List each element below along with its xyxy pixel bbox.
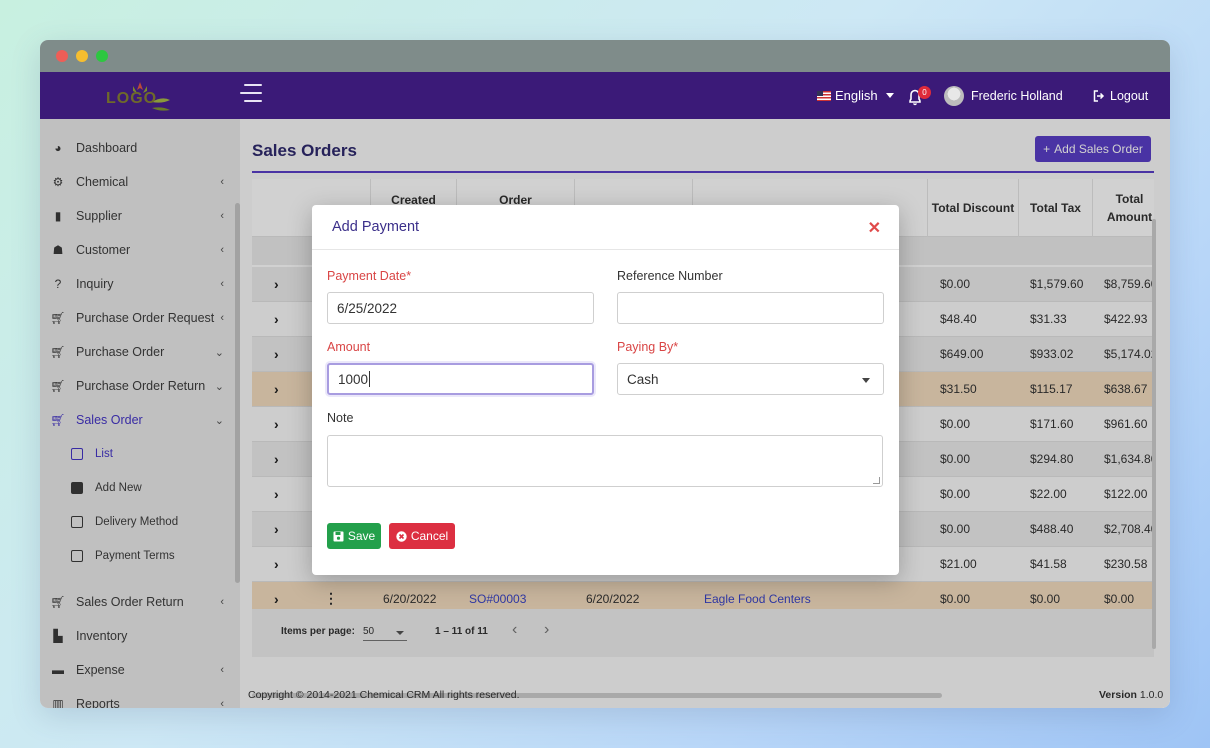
close-icon[interactable]: ✕ bbox=[868, 218, 881, 238]
app-window: LOGO English 0 Frederic Holland Logout ◕… bbox=[40, 40, 1170, 708]
paying-by-label: Paying By* bbox=[617, 340, 679, 354]
us-flag-icon bbox=[817, 90, 831, 101]
modal-title: Add Payment bbox=[332, 219, 420, 235]
menu-toggle-icon[interactable] bbox=[240, 84, 262, 106]
reference-number-input[interactable] bbox=[617, 292, 884, 324]
chevron-down-icon bbox=[885, 93, 894, 98]
cancel-circle-icon bbox=[396, 530, 407, 542]
note-label: Note bbox=[327, 411, 354, 425]
modal-header: Add Payment ✕ bbox=[312, 205, 899, 250]
cancel-button[interactable]: Cancel bbox=[389, 523, 455, 549]
language-label: English bbox=[835, 88, 878, 103]
avatar[interactable] bbox=[944, 86, 964, 106]
language-selector[interactable]: English bbox=[817, 88, 894, 103]
window-titlebar bbox=[40, 40, 1170, 72]
payment-date-input[interactable]: 6/25/2022 bbox=[327, 292, 594, 324]
logo-text: LOGO bbox=[106, 90, 158, 107]
amount-input[interactable]: 1000 bbox=[327, 363, 594, 395]
logout-icon bbox=[1093, 90, 1105, 102]
minimize-window-button[interactable] bbox=[76, 50, 88, 62]
payment-date-label: Payment Date* bbox=[327, 269, 412, 283]
add-payment-modal: Add Payment ✕ Payment Date* 6/25/2022 Re… bbox=[312, 205, 899, 575]
logout-button[interactable]: Logout bbox=[1093, 89, 1148, 103]
chevron-down-icon bbox=[862, 378, 870, 383]
user-name[interactable]: Frederic Holland bbox=[971, 89, 1063, 103]
logout-label: Logout bbox=[1110, 89, 1149, 103]
top-navbar: LOGO English 0 Frederic Holland Logout bbox=[40, 72, 1170, 119]
amount-label: Amount bbox=[327, 340, 371, 354]
notification-badge: 0 bbox=[918, 86, 931, 99]
save-icon bbox=[333, 531, 344, 541]
close-window-button[interactable] bbox=[56, 50, 68, 62]
maximize-window-button[interactable] bbox=[96, 50, 108, 62]
text-cursor bbox=[369, 371, 371, 387]
paying-by-select[interactable]: Cash bbox=[617, 363, 884, 395]
reference-number-label: Reference Number bbox=[617, 269, 723, 283]
save-button[interactable]: Save bbox=[327, 523, 381, 549]
resize-handle-icon[interactable] bbox=[873, 477, 880, 484]
note-textarea[interactable] bbox=[327, 435, 883, 487]
